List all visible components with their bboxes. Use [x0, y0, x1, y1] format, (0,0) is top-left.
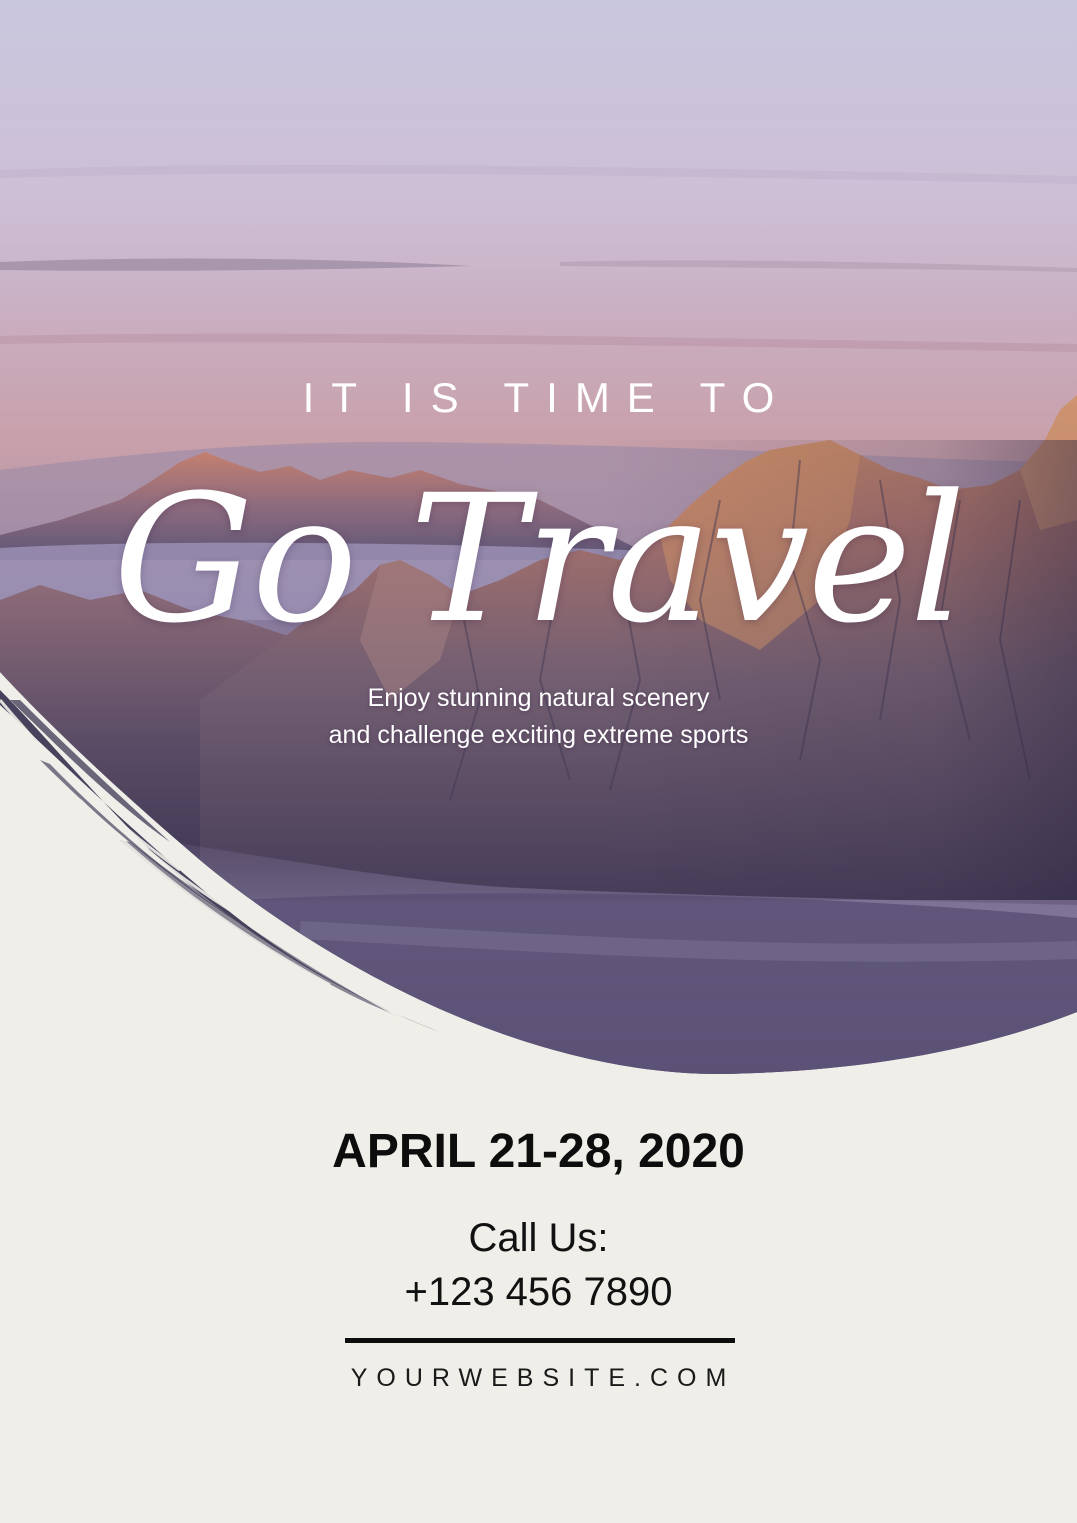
subtitle-line-1: Enjoy stunning natural scenery — [367, 684, 710, 712]
phone-number[interactable]: +123 456 7890 — [0, 1266, 1077, 1318]
website-link[interactable]: YOURWEBSITE.COM — [0, 1360, 1077, 1396]
travel-poster: IT IS TIME TO Go Travel Enjoy stunning n… — [0, 0, 1077, 1523]
script-title: Go Travel — [113, 457, 966, 662]
call-us-label: Call Us: — [468, 1216, 609, 1260]
subtitle: Enjoy stunning natural scenery and chall… — [0, 680, 1077, 754]
subtitle-line-2: and challenge exciting extreme sports — [328, 721, 749, 749]
event-date: APRIL 21-28, 2020 — [332, 1125, 745, 1178]
divider-line — [345, 1338, 735, 1343]
eyebrow-heading: IT IS TIME TO — [302, 374, 792, 421]
